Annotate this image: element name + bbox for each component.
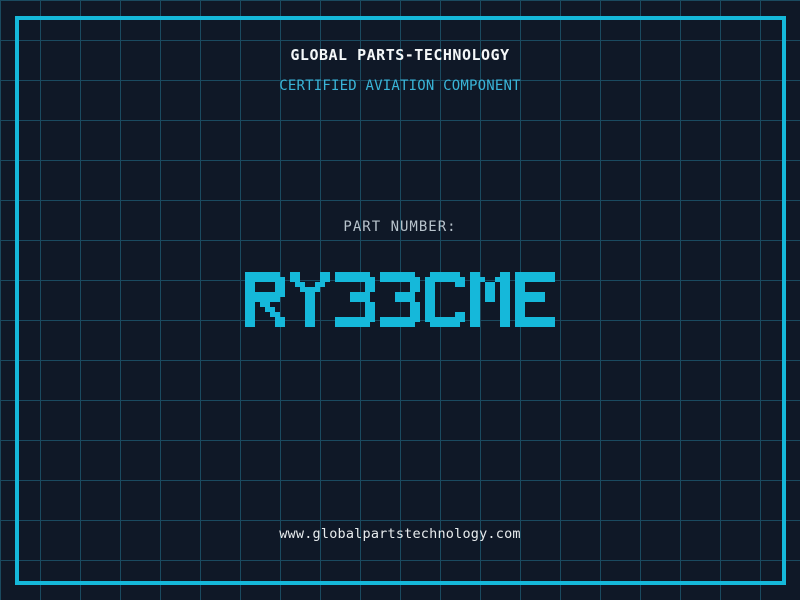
part-certificate-page: GLOBAL PARTS-TECHNOLOGY CERTIFIED AVIATI… (0, 0, 800, 600)
part-number-glyph (425, 272, 465, 327)
website-url: www.globalpartstechnology.com (279, 526, 521, 542)
part-number-glyph (380, 272, 420, 327)
certification-subtitle: CERTIFIED AVIATION COMPONENT (279, 78, 521, 94)
part-number-glyph (515, 272, 555, 327)
part-number-glyph (245, 272, 285, 327)
part-number-glyph (470, 272, 510, 327)
part-number-label: PART NUMBER: (343, 219, 457, 235)
part-number-glyph (290, 272, 330, 327)
part-number-glyph (335, 272, 375, 327)
company-title: GLOBAL PARTS-TECHNOLOGY (290, 46, 510, 64)
part-number-value (0, 272, 800, 327)
